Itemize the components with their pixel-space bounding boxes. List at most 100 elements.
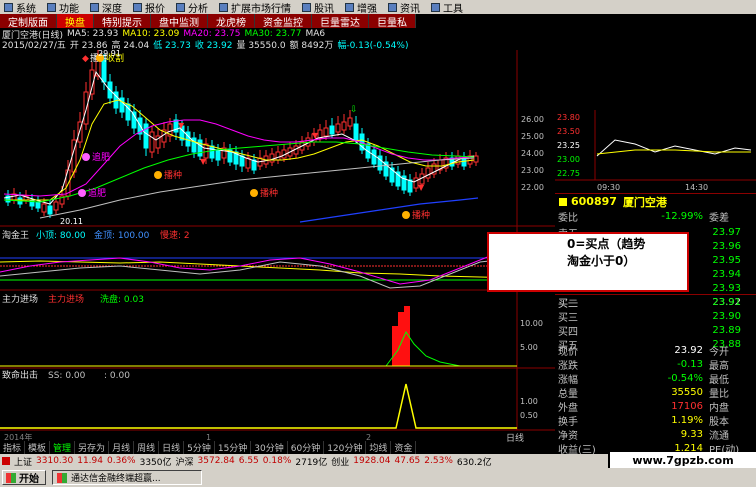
candle-body xyxy=(269,153,275,163)
daily-indicator[interactable]: 日线 xyxy=(500,431,555,444)
svg-text:▼: ▼ xyxy=(178,121,185,130)
cy-pct: 2.53% xyxy=(424,456,453,466)
price-tick: 23.00 xyxy=(521,166,544,175)
period-tab-1[interactable]: 模板 xyxy=(25,441,51,454)
sz-pct: 0.18% xyxy=(262,456,292,466)
svg-text:23.25: 23.25 xyxy=(557,141,580,150)
candle-body xyxy=(473,155,479,163)
month-label-2: 2 xyxy=(366,433,371,441)
price-tick: 24.00 xyxy=(521,149,544,158)
price-tick: 25.00 xyxy=(521,132,544,141)
site-watermark: www.7gpzb.com xyxy=(610,452,756,468)
candle-body xyxy=(215,149,221,161)
cy-label[interactable]: 创业 xyxy=(329,455,351,468)
candle-body xyxy=(275,151,281,161)
cy-amount: 630.2亿 xyxy=(456,457,492,468)
svg-text:▼: ▼ xyxy=(200,157,207,166)
annotation-line-2: 淘金小于0） xyxy=(567,254,636,268)
sz-amount: 2719亿 xyxy=(295,457,328,468)
label-fat-1: 追肥 xyxy=(92,151,110,163)
candle-body xyxy=(149,131,155,153)
sh-value: 3310.30 xyxy=(36,456,74,466)
weibi-row: 委比 -12.99% 委差 xyxy=(558,210,729,224)
period-tab-7[interactable]: 5分钟 xyxy=(184,441,215,454)
svg-text:▼: ▼ xyxy=(418,183,425,192)
quote-header: 600897 厦门空港 xyxy=(555,193,756,209)
candle-body xyxy=(335,123,341,133)
sz-label[interactable]: 沪深 xyxy=(174,455,196,468)
candle-body xyxy=(323,127,329,137)
candle-body xyxy=(425,167,431,179)
svg-text:◆: ◆ xyxy=(82,54,89,64)
period-tab-bar: 指标 模板 管理 另存为 月线 周线 日线 5分钟 15分钟 30分钟 60分钟 120分钟 均线 资金 xyxy=(0,441,555,454)
svg-text:10.00: 10.00 xyxy=(520,319,543,328)
sz-change: 6.55 xyxy=(238,456,259,466)
svg-text:23.50: 23.50 xyxy=(557,127,580,136)
indicator-zhimingchuji: 致命出击 SS: 0.00 : 0.00 1.00 0.50 xyxy=(0,369,538,429)
start-button[interactable]: 开始 xyxy=(2,470,46,485)
stock-code: 600897 xyxy=(571,195,617,208)
indicator-zhulijinchang: 主力进场 主力进场 洗盘: 0.03 10.00 5.00 xyxy=(0,293,543,367)
windows-logo-icon xyxy=(6,472,16,483)
period-tab-9[interactable]: 30分钟 xyxy=(251,441,288,454)
indicator-taojinwang: 淘金王 小顶: 80.00 金顶: 100.00 慢速: 2 xyxy=(0,229,518,289)
candle-body xyxy=(317,129,323,139)
period-tab-12[interactable]: 均线 xyxy=(366,441,392,454)
period-tab-2[interactable]: 管理 xyxy=(50,441,76,454)
svg-text:金顶: 100.00: 金顶: 100.00 xyxy=(94,229,150,241)
candle-body xyxy=(29,199,35,207)
stock-chart-area[interactable]: 26.0025.0024.0023.0022.00 ◆ 播种 收割 追肥 追肥 … xyxy=(0,0,555,441)
price-axis: 26.00 25.00 24.00 23.00 22.00 xyxy=(521,115,544,192)
sz-value: 3572.84 xyxy=(197,456,235,466)
svg-text:淘金王: 淘金王 xyxy=(2,229,29,241)
svg-text:23.00: 23.00 xyxy=(557,155,580,164)
period-tab-5[interactable]: 周线 xyxy=(134,441,160,454)
period-tab-4[interactable]: 月线 xyxy=(109,441,135,454)
svg-text:▼: ▼ xyxy=(312,131,319,140)
annotation-box: 0=买点（趋势 淘金小于0） xyxy=(487,232,689,292)
candle-body xyxy=(347,117,353,127)
period-tab-8[interactable]: 15分钟 xyxy=(215,441,252,454)
period-tab-11[interactable]: 120分钟 xyxy=(324,441,367,454)
annotation-line-1: 0=买点（趋势 xyxy=(567,237,646,251)
svg-text:23.80: 23.80 xyxy=(557,113,580,122)
period-tab-0[interactable]: 指标 xyxy=(0,441,26,454)
label-buy-3: 播种 xyxy=(260,187,278,199)
taskbar-app-item[interactable]: 通达信金融终端超赢... xyxy=(52,470,202,485)
candle-body xyxy=(47,205,53,215)
svg-text:0.50: 0.50 xyxy=(520,411,538,420)
svg-text:14:30: 14:30 xyxy=(685,183,708,192)
candle-body xyxy=(353,123,359,141)
month-label-1: 1 xyxy=(206,433,211,441)
candle-body xyxy=(143,123,149,149)
label-buy-4: 播种 xyxy=(412,209,430,221)
svg-text:22.75: 22.75 xyxy=(557,169,580,178)
price-tick: 26.00 xyxy=(521,115,544,124)
sh-change: 11.94 xyxy=(77,456,103,466)
period-tab-6[interactable]: 日线 xyxy=(159,441,185,454)
svg-text:5.00: 5.00 xyxy=(520,343,538,352)
cy-value: 1928.04 xyxy=(353,456,391,466)
candle-body xyxy=(35,201,41,209)
candle-body xyxy=(41,203,47,213)
candle-body xyxy=(371,149,377,165)
cy-change: 47.65 xyxy=(394,456,421,466)
candle-body xyxy=(239,155,245,167)
candle-body xyxy=(197,139,203,157)
sh-label[interactable]: 上证 xyxy=(12,455,34,468)
period-tab-10[interactable]: 60分钟 xyxy=(288,441,325,454)
candle-body xyxy=(209,145,215,159)
period-tab-13[interactable]: 资金 xyxy=(391,441,417,454)
svg-text:⇩: ⇩ xyxy=(350,105,358,115)
candle-body xyxy=(329,125,335,135)
low-price-label: 20.11 xyxy=(60,217,83,226)
label-buy-2: 播种 xyxy=(164,169,182,181)
period-tab-3[interactable]: 另存为 xyxy=(75,441,110,454)
index-status-bar: 上证 3310.30 11.94 0.36% 3350亿 沪深 3572.84 … xyxy=(0,454,608,468)
windows-taskbar: 开始 通达信金融终端超赢... xyxy=(0,468,756,487)
svg-text:慢速: 2: 慢速: 2 xyxy=(160,229,190,241)
stock-flag-icon xyxy=(559,197,567,206)
svg-text:洗盘: 0.03: 洗盘: 0.03 xyxy=(100,293,144,305)
price-tick: 22.00 xyxy=(521,183,544,192)
signal-markers: ◆ 播种 收割 追肥 追肥 播种 播种 播种 ▼ ▼ ▼ ⇩ ▼ xyxy=(78,52,430,221)
